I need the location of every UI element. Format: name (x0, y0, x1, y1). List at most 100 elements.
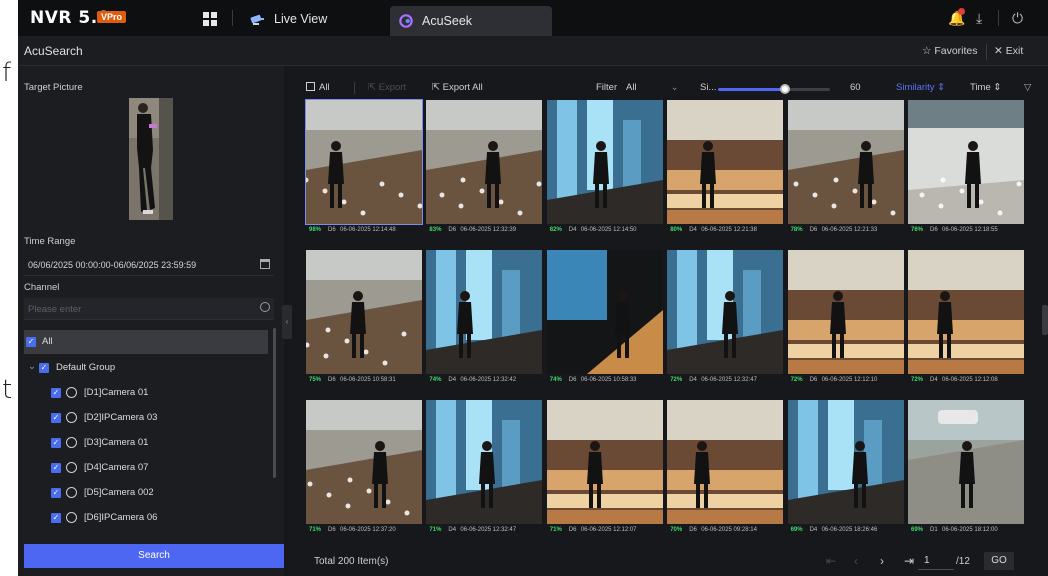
tab-acuseek[interactable]: AcuSeek (390, 6, 552, 36)
result-tile[interactable]: 70% D6 06-06-2025 09:28:14 (667, 400, 784, 540)
checkbox-icon[interactable]: ✓ (26, 337, 36, 347)
result-snapshot[interactable] (667, 100, 784, 224)
result-snapshot[interactable] (787, 100, 904, 224)
result-tile[interactable]: 74% D4 06-06-2025 12:32:42 (426, 250, 543, 390)
checkbox-icon[interactable]: ✓ (51, 388, 61, 398)
result-tile[interactable]: 71% D4 06-06-2025 12:32:47 (426, 400, 543, 540)
result-snapshot[interactable] (908, 100, 1024, 224)
time-range-field[interactable]: 06/06/2025 00:00:00-06/06/2025 23:59:59 (24, 254, 274, 276)
tab-live-view[interactable]: Live View (242, 4, 390, 34)
tree-item-all[interactable]: ✓ All (24, 330, 268, 354)
result-tile[interactable]: 80% D4 06-06-2025 12:21:38 (667, 100, 784, 240)
result-snapshot[interactable] (426, 250, 543, 374)
tree-item-camera[interactable]: ✓ [D3]Camera 01 (24, 431, 268, 455)
result-snapshot[interactable] (787, 400, 904, 524)
sort-time-button[interactable]: Time ⇕ (970, 82, 1001, 93)
grid-scroll-handle[interactable] (1042, 305, 1048, 335)
result-tile[interactable]: 98% D6 06-06-2025 12:14:48 (305, 99, 423, 240)
power-icon[interactable]: ⏻ (1012, 10, 1023, 27)
similarity-percent: 80% (670, 227, 683, 233)
page-number-input[interactable]: 1 (918, 552, 954, 570)
result-tile[interactable]: 71% D6 06-06-2025 12:37:20 (306, 400, 422, 540)
result-snapshot[interactable] (306, 400, 422, 524)
sort-similarity-button[interactable]: Similarity ⇕ (896, 82, 945, 93)
stray-char-bottom: t (2, 375, 13, 405)
checkbox-icon[interactable]: ✓ (51, 413, 61, 423)
result-timestamp: 06-06-2025 10:58:31 (340, 377, 396, 383)
chevron-down-icon[interactable]: ⌄ (28, 361, 36, 372)
result-snapshot[interactable] (546, 250, 663, 374)
search-button[interactable]: Search (24, 544, 284, 568)
tree-item-camera[interactable]: ✓ [D2]IPCamera 03 (24, 406, 268, 430)
camera-channel-icon (66, 512, 77, 523)
last-page-icon[interactable]: ⇥ (904, 554, 914, 568)
checkbox-icon[interactable]: ✓ (39, 363, 49, 373)
calendar-icon[interactable] (260, 259, 270, 269)
result-snapshot[interactable] (908, 250, 1024, 374)
result-tile[interactable]: 72% D4 06-06-2025 12:12:08 (908, 250, 1024, 390)
download-icon[interactable]: ⤓ (976, 10, 982, 27)
collapse-panel-handle[interactable]: ‹ (282, 305, 292, 339)
similarity-percent: 72% (911, 377, 924, 383)
result-snapshot[interactable] (546, 100, 663, 224)
filter-funnel-icon[interactable]: ▽ (1024, 82, 1031, 93)
result-snapshot[interactable] (426, 100, 543, 224)
result-snapshot[interactable] (908, 400, 1024, 524)
result-snapshot[interactable] (667, 250, 784, 374)
result-tile[interactable]: 71% D6 06-06-2025 12:12:07 (546, 400, 663, 540)
exit-button[interactable]: ✕ Exit (994, 45, 1023, 57)
tree-item-default-group[interactable]: ⌄ ✓ Default Group (24, 356, 268, 380)
filter-value: All (626, 82, 637, 93)
checkbox-icon[interactable]: ✓ (51, 463, 61, 473)
camera-icon (250, 14, 264, 25)
result-tile[interactable]: 69% D1 06-06-2025 18:12:00 (908, 400, 1024, 540)
slider-thumb[interactable] (780, 84, 791, 94)
first-page-icon[interactable]: ⇤ (826, 554, 836, 568)
result-tile[interactable]: 74% D6 06-06-2025 10:58:33 (546, 250, 663, 390)
result-channel: D6 (689, 527, 697, 533)
checkbox-icon[interactable]: ✓ (51, 438, 61, 448)
select-all-checkbox[interactable]: All (306, 82, 330, 93)
favorites-button[interactable]: ☆ Favorites (922, 45, 978, 57)
result-tile[interactable]: 82% D4 06-06-2025 12:14:50 (546, 100, 663, 240)
result-tile[interactable]: 72% D4 06-06-2025 12:32:47 (667, 250, 784, 390)
result-snapshot[interactable] (787, 250, 904, 374)
target-picture[interactable] (129, 98, 173, 220)
alarm-badge (958, 8, 965, 15)
result-tile[interactable]: 69% D4 06-06-2025 18:26:46 (787, 400, 904, 540)
channel-search-input[interactable]: Please enter (24, 298, 274, 320)
result-tile[interactable]: 78% D6 06-06-2025 12:21:33 (787, 100, 904, 240)
menu-grid-icon[interactable] (203, 12, 217, 26)
checkbox-icon[interactable]: ✓ (51, 513, 61, 523)
tree-item-camera[interactable]: ✓ [D5]Camera 002 (24, 481, 268, 505)
result-meta: 72% D4 06-06-2025 12:12:08 (908, 377, 1024, 389)
prev-page-icon[interactable]: ‹ (854, 554, 858, 568)
result-tile[interactable]: 72% D6 06-06-2025 12:12:10 (787, 250, 904, 390)
result-tile[interactable]: 75% D6 06-06-2025 10:58:31 (306, 250, 422, 390)
result-snapshot[interactable] (306, 250, 422, 374)
result-tile[interactable]: 83% D6 06-06-2025 12:32:39 (426, 100, 543, 240)
tree-item-camera[interactable]: ✓ [D1]Camera 01 (24, 381, 268, 405)
result-snapshot[interactable] (667, 400, 784, 524)
tree-item-camera[interactable]: ✓ [D6]IPCamera 06 (24, 506, 268, 526)
go-button[interactable]: GO (984, 552, 1014, 570)
tree-item-camera[interactable]: ✓ [D4]Camera 07 (24, 456, 268, 480)
result-snapshot[interactable] (426, 400, 543, 524)
export-button[interactable]: ⇱ Export (368, 82, 406, 93)
sort-icon: ⇕ (993, 82, 1002, 93)
result-channel: D6 (328, 227, 336, 233)
export-all-button[interactable]: ⇱ Export All (432, 82, 483, 93)
tree-scrollbar[interactable] (273, 328, 276, 478)
result-snapshot[interactable] (305, 99, 423, 225)
result-timestamp: 06-06-2025 09:28:14 (701, 527, 757, 533)
checkbox-icon[interactable]: ✓ (51, 488, 61, 498)
result-snapshot[interactable] (546, 400, 663, 524)
similarity-slider-label: Si... (700, 82, 717, 93)
result-timestamp: 06-06-2025 12:21:38 (701, 227, 757, 233)
similarity-slider[interactable] (718, 84, 830, 94)
search-icon[interactable] (260, 302, 270, 312)
next-page-icon[interactable]: › (880, 554, 884, 568)
camera-channel-icon (66, 462, 77, 473)
filter-select[interactable]: All ⌄ (626, 82, 679, 93)
result-tile[interactable]: 76% D6 06-06-2025 12:18:55 (908, 100, 1024, 240)
